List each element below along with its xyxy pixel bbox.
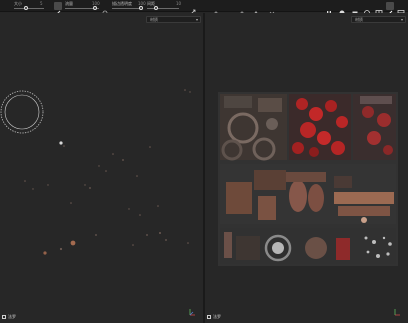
texture-tile-mid	[220, 164, 396, 224]
footer-text-2d: 法罗	[213, 314, 221, 319]
texture-tile-bottom	[220, 228, 396, 264]
environment-icon[interactable]	[338, 2, 346, 16]
scene-debris	[24, 89, 191, 255]
size-label: 大小	[14, 1, 22, 6]
viewport-footer-2d[interactable]: 法罗	[207, 314, 221, 320]
top-toolbar: 大小 5 流量 100 描边透明度 100 间距 10	[0, 0, 408, 17]
symmetry-icon[interactable]	[188, 2, 196, 17]
pressure-icon[interactable]	[101, 2, 109, 16]
viewport-mode-value-2d: 材质	[355, 17, 363, 22]
axis-gizmo-icon	[189, 309, 195, 316]
texture-tile-top-right	[353, 94, 396, 160]
spacing-slider-handle[interactable]	[154, 6, 158, 10]
stroke-opacity-slider-handle[interactable]	[139, 6, 143, 10]
stroke-opacity-label: 描边透明度	[112, 1, 132, 6]
brush-link-icon[interactable]	[54, 2, 62, 16]
chevron-down-icon: ▾	[400, 17, 403, 22]
split-view-icon[interactable]	[397, 2, 405, 16]
checkbox-icon[interactable]	[207, 315, 211, 319]
viewport-footer[interactable]: 法罗	[2, 314, 16, 320]
grid-icon[interactable]	[268, 2, 276, 15]
viewport-2d[interactable]: 材质 ▾ 法罗	[205, 13, 408, 323]
screenshot-icon[interactable]	[351, 2, 359, 15]
size-value[interactable]: 5	[40, 1, 43, 6]
checkbox-icon[interactable]	[2, 315, 6, 319]
camera-icon[interactable]	[252, 2, 260, 15]
viewport-3d[interactable]: 材质 ▾ 法罗	[0, 13, 203, 323]
texture-canvas	[218, 92, 398, 266]
flow-slider-handle[interactable]	[93, 6, 97, 10]
paint-mode-icon[interactable]	[386, 2, 394, 16]
stroke-opacity-slider[interactable]	[112, 8, 142, 9]
axis-gizmo-icon	[394, 309, 400, 316]
texture-tile-top-mid	[289, 94, 351, 160]
viewport-mode-select-2d[interactable]: 材质 ▾	[351, 16, 406, 23]
flow-label: 流量	[65, 1, 73, 6]
spacing-value[interactable]: 10	[176, 1, 181, 6]
display-settings-icon[interactable]	[363, 2, 371, 16]
alignment-icon[interactable]	[238, 2, 246, 15]
uv-texture-atlas[interactable]	[218, 92, 398, 266]
lazy-mouse-icon[interactable]	[212, 2, 220, 15]
spacing-slider[interactable]	[147, 8, 179, 9]
texture-tile-top-left	[220, 94, 287, 161]
size-slider[interactable]	[14, 8, 44, 9]
brush-cursor-inner	[4, 94, 40, 130]
scene-canvas	[0, 89, 191, 255]
size-slider-handle[interactable]	[24, 6, 28, 10]
pause-icon[interactable]	[325, 2, 333, 15]
brush-cursor-outer	[0, 90, 44, 134]
footer-text: 法罗	[8, 314, 16, 319]
layout-icon[interactable]	[375, 2, 383, 16]
